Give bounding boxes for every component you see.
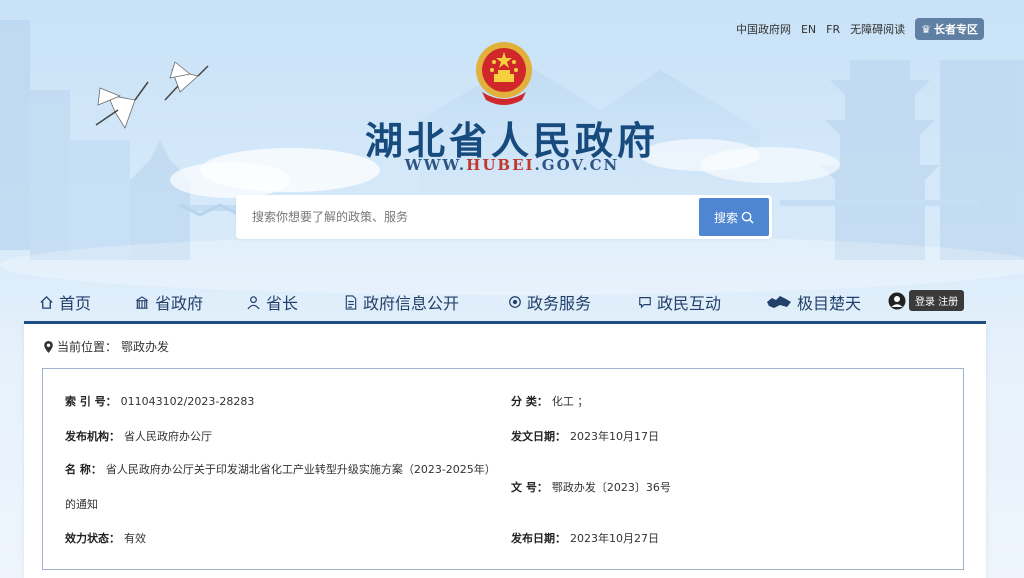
map-icon <box>767 296 791 308</box>
meta-index-label: 索 引 号： <box>65 395 117 408</box>
url-domain: HUBEI <box>466 156 535 174</box>
content-panel: 当前位置： 鄂政办发 索 引 号： 011043102/2023-28283 分 … <box>24 324 986 578</box>
meta-name-label: 名 称： <box>65 463 102 476</box>
nav-item-gov-services[interactable]: 政务服务 <box>508 290 591 314</box>
nav-item-governor[interactable]: 省长 <box>246 290 298 314</box>
user-avatar-icon <box>888 292 906 309</box>
nav-item-info-disclosure[interactable]: 政府信息公开 <box>344 290 459 314</box>
url-prefix: WWW. <box>404 156 467 174</box>
meta-category: 分 类： 化工 ； <box>511 393 588 409</box>
national-emblem-icon <box>476 42 532 105</box>
accessibility-link[interactable]: 无障碍阅读 <box>850 21 905 37</box>
nav-label-provincial-gov: 省政府 <box>155 294 204 313</box>
top-utility-links: 中国政府网 EN FR 无障碍阅读 ♛ 长者专区 <box>736 18 984 40</box>
meta-publisher-label: 发布机构： <box>65 430 120 443</box>
meta-publish-date-value: 2023年10月27日 <box>570 532 659 545</box>
search-icon <box>741 211 754 224</box>
breadcrumb-prefix: 当前位置： <box>57 340 118 354</box>
meta-issue-date: 发文日期： 2023年10月17日 <box>511 428 659 444</box>
login-area: 登录 注册 <box>888 290 965 311</box>
meta-doc-no: 文 号： 鄂政办发〔2023〕36号 <box>511 479 671 495</box>
meta-status-value: 有效 <box>124 532 146 545</box>
service-icon <box>509 296 521 308</box>
nav-label-home: 首页 <box>59 294 92 313</box>
meta-publish-date: 发布日期： 2023年10月27日 <box>511 530 659 546</box>
nav-item-interaction[interactable]: 政民互动 <box>638 290 721 314</box>
meta-status: 效力状态： 有效 <box>65 530 146 546</box>
nav-item-provincial-gov[interactable]: 省政府 <box>134 290 203 314</box>
meta-category-label: 分 类： <box>511 395 548 408</box>
url-suffix: .GOV.CN <box>534 156 620 174</box>
search-input[interactable] <box>236 195 696 239</box>
nav-label-governor: 省长 <box>266 294 299 313</box>
meta-doc-no-value: 鄂政办发〔2023〕36号 <box>551 481 671 494</box>
meta-name-line2: 的通知 <box>65 498 98 511</box>
meta-doc-no-label: 文 号： <box>511 481 548 494</box>
building-icon <box>136 295 148 309</box>
gov-cn-link[interactable]: 中国政府网 <box>736 21 791 37</box>
search-button-label: 搜索 <box>713 210 738 225</box>
meta-publish-date-label: 发布日期： <box>511 532 566 545</box>
document-icon <box>345 294 357 310</box>
document-meta-box: 索 引 号： 011043102/2023-28283 分 类： 化工 ； 发布机构… <box>42 368 964 570</box>
elder-icon: ♛ <box>921 22 931 36</box>
nav-label-info-disclosure: 政府信息公开 <box>363 294 460 313</box>
login-register-button[interactable]: 登录 注册 <box>909 290 965 311</box>
meta-publisher-value: 省人民政府办公厅 <box>124 430 212 443</box>
search-button[interactable]: 搜索 <box>699 198 769 236</box>
person-icon <box>247 295 260 309</box>
search-box: 搜索 <box>236 195 772 239</box>
meta-issue-date-value: 2023年10月17日 <box>570 430 659 443</box>
nav-label-jimu-chutian: 极目楚天 <box>797 294 862 313</box>
meta-publisher: 发布机构： 省人民政府办公厅 <box>65 428 212 444</box>
location-pin-icon <box>44 340 53 353</box>
meta-status-label: 效力状态： <box>65 532 120 545</box>
french-link[interactable]: FR <box>826 23 840 36</box>
main-nav: 首页 省政府 省长 政府信息公开 政务服务 政民互动 极目楚天 <box>24 282 986 322</box>
nav-item-home[interactable]: 首页 <box>39 290 91 314</box>
home-icon <box>40 295 53 309</box>
meta-name-value-line1: 省人民政府办公厅关于印发湖北省化工产业转型升级实施方案（2023-2025年） <box>105 463 496 476</box>
meta-index: 索 引 号： 011043102/2023-28283 <box>65 393 254 409</box>
meta-issue-date-label: 发文日期： <box>511 430 566 443</box>
meta-category-value: 化工 ； <box>551 395 589 408</box>
meta-index-value: 011043102/2023-28283 <box>120 395 255 408</box>
breadcrumb-current[interactable]: 鄂政办发 <box>121 338 169 355</box>
elder-zone-label: 长者专区 <box>934 23 978 36</box>
english-link[interactable]: EN <box>801 23 816 36</box>
nav-label-gov-services: 政务服务 <box>527 294 592 313</box>
nav-item-jimu-chutian[interactable]: 极目楚天 <box>766 290 861 314</box>
elder-zone-button[interactable]: ♛ 长者专区 <box>915 18 984 40</box>
site-url: WWW.HUBEI.GOV.CN <box>0 156 1024 174</box>
nav-label-interaction: 政民互动 <box>657 294 722 313</box>
breadcrumb: 当前位置： 鄂政办发 <box>44 338 169 355</box>
chat-icon <box>639 297 651 309</box>
meta-name: 名 称： 省人民政府办公厅关于印发湖北省化工产业转型升级实施方案（2023-202… <box>65 461 496 477</box>
